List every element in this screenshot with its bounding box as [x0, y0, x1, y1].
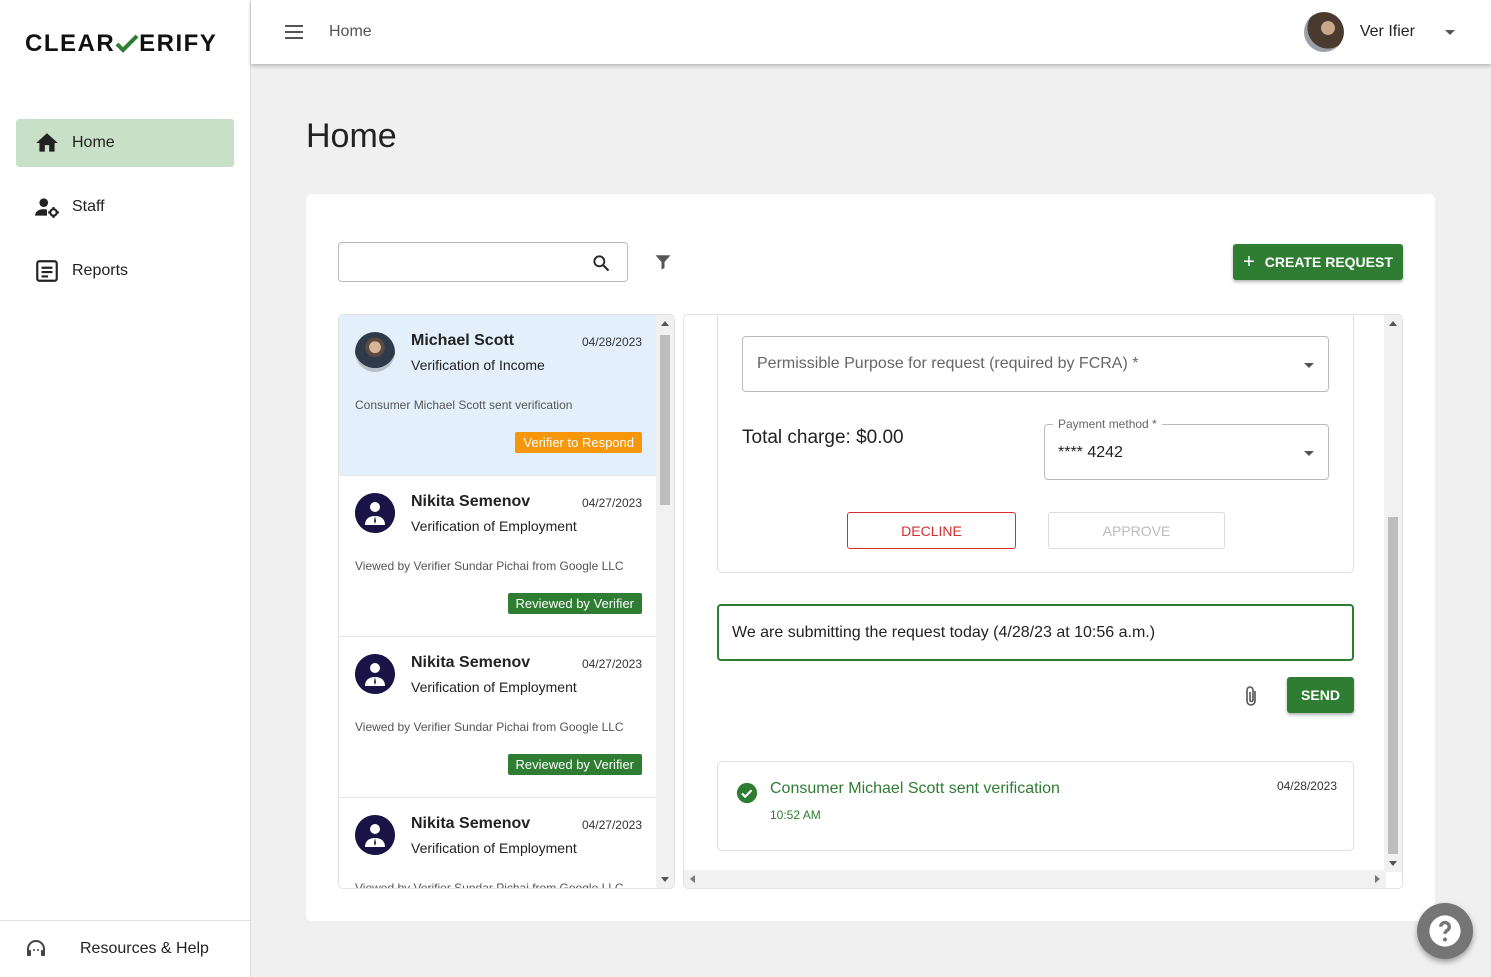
status-badge: Verifier to Respond	[515, 432, 642, 453]
payment-method-label: Payment method *	[1053, 417, 1162, 431]
list-item[interactable]: Nikita Semenov 04/27/2023 Verification o…	[339, 798, 658, 889]
staff-icon	[35, 198, 59, 218]
sidebar-item-label: Staff	[72, 198, 105, 215]
home-icon	[36, 133, 58, 152]
event-time: 10:52 AM	[770, 808, 821, 822]
create-request-button[interactable]: + CREATE REQUEST	[1233, 244, 1403, 280]
message-field[interactable]: We are submitting the request today (4/2…	[717, 604, 1354, 661]
request-note: Viewed by Verifier Sundar Pichai from Go…	[355, 881, 624, 889]
plus-icon: +	[1243, 250, 1255, 273]
approve-button[interactable]: APPROVE	[1048, 512, 1225, 549]
user-menu[interactable]: Ver Ifier	[1303, 12, 1455, 52]
help-fab-button[interactable]	[1417, 903, 1473, 959]
request-date: 04/27/2023	[581, 818, 642, 832]
request-type: Verification of Employment	[411, 518, 577, 534]
avatar	[1303, 12, 1344, 52]
sidebar-nav: Home Staff Reports	[16, 119, 234, 311]
app-logo[interactable]: CLEAR ERIFY	[25, 30, 217, 58]
scroll-up-icon[interactable]	[1389, 321, 1397, 326]
person-avatar-icon	[355, 654, 395, 694]
person-avatar-icon	[355, 493, 395, 533]
check-circle-icon	[736, 782, 758, 804]
total-charge: Total charge: $0.00	[742, 427, 904, 448]
event-title: Consumer Michael Scott sent verification	[770, 780, 1060, 797]
search-icon[interactable]	[591, 253, 611, 273]
scrollbar-thumb[interactable]	[660, 335, 670, 505]
status-badge: Reviewed by Verifier	[507, 593, 642, 614]
requester-name: Michael Scott	[411, 332, 515, 349]
chevron-down-icon	[1445, 29, 1455, 35]
request-detail-panel: Permissible Purpose for request (require…	[683, 314, 1403, 889]
list-item[interactable]: Nikita Semenov 04/27/2023 Verification o…	[339, 476, 658, 637]
activity-event: Consumer Michael Scott sent verification…	[717, 761, 1354, 851]
search-box	[338, 242, 628, 282]
attachment-icon[interactable]	[1241, 685, 1261, 709]
scroll-down-icon[interactable]	[1389, 861, 1397, 866]
request-note: Viewed by Verifier Sundar Pichai from Go…	[355, 559, 624, 573]
search-input[interactable]	[349, 243, 589, 281]
status-badge: Reviewed by Verifier	[507, 754, 642, 775]
scroll-right-icon[interactable]	[1375, 875, 1380, 883]
sidebar: CLEAR ERIFY Home Staff Reports Resources…	[0, 0, 251, 977]
avatar	[355, 332, 395, 372]
sidebar-item-staff[interactable]: Staff	[16, 183, 234, 231]
detail-scrollbar[interactable]	[1384, 315, 1402, 872]
message-text: We are submitting the request today (4/2…	[732, 624, 1156, 641]
request-type: Verification of Income	[411, 357, 545, 373]
chevron-down-icon	[1304, 451, 1314, 456]
person-avatar-icon	[355, 815, 395, 855]
logo-check-icon	[115, 34, 139, 53]
scroll-left-icon[interactable]	[690, 875, 695, 883]
resources-help-label: Resources & Help	[80, 940, 209, 957]
permissible-purpose-placeholder: Permissible Purpose for request (require…	[757, 355, 1139, 372]
list-item[interactable]: Michael Scott 04/28/2023 Verification of…	[339, 315, 658, 476]
permissible-purpose-select[interactable]: Permissible Purpose for request (require…	[742, 336, 1329, 392]
requester-name: Nikita Semenov	[411, 493, 531, 510]
request-date: 04/27/2023	[581, 657, 642, 671]
support-agent-icon	[27, 940, 45, 956]
resources-help-link[interactable]: Resources & Help	[0, 920, 250, 977]
request-type: Verification of Employment	[411, 679, 577, 695]
send-button[interactable]: SEND	[1287, 677, 1354, 713]
page-title: Home	[306, 117, 397, 155]
logo-text-left: CLEAR	[25, 30, 116, 57]
payment-method-select[interactable]: Payment method * **** 4242	[1044, 417, 1329, 480]
reports-icon	[36, 260, 58, 282]
list-scrollbar[interactable]	[656, 315, 674, 888]
payment-method-value: **** 4242	[1058, 444, 1123, 461]
request-list: Michael Scott 04/28/2023 Verification of…	[338, 314, 675, 889]
hamburger-menu-icon[interactable]	[285, 25, 303, 39]
scroll-up-icon[interactable]	[661, 321, 669, 326]
chevron-down-icon	[1304, 363, 1314, 368]
requester-name: Nikita Semenov	[411, 654, 531, 671]
request-note: Viewed by Verifier Sundar Pichai from Go…	[355, 720, 624, 734]
sidebar-item-home[interactable]: Home	[16, 119, 234, 167]
scrollbar-thumb[interactable]	[1388, 517, 1398, 854]
filter-icon[interactable]	[654, 253, 672, 271]
requests-card: + CREATE REQUEST Michael Scott 04/28/202…	[306, 194, 1435, 921]
requester-name: Nikita Semenov	[411, 815, 531, 832]
help-icon	[1429, 915, 1461, 947]
breadcrumb: Home	[329, 23, 372, 40]
approval-card: Permissible Purpose for request (require…	[717, 315, 1354, 573]
logo-text-right: ERIFY	[139, 30, 218, 57]
create-request-label: CREATE REQUEST	[1264, 254, 1393, 270]
decline-button[interactable]: DECLINE	[847, 512, 1016, 549]
sidebar-item-label: Reports	[72, 262, 129, 279]
scroll-down-icon[interactable]	[661, 877, 669, 882]
sidebar-item-reports[interactable]: Reports	[16, 247, 234, 295]
request-note: Consumer Michael Scott sent verification	[355, 398, 573, 412]
event-date: 04/28/2023	[1276, 779, 1337, 793]
request-type: Verification of Employment	[411, 840, 577, 856]
detail-horizontal-scrollbar[interactable]	[684, 870, 1386, 888]
top-app-bar: Home Ver Ifier	[251, 0, 1491, 64]
request-date: 04/27/2023	[581, 496, 642, 510]
list-item[interactable]: Nikita Semenov 04/27/2023 Verification o…	[339, 637, 658, 798]
sidebar-item-label: Home	[72, 134, 115, 151]
request-date: 04/28/2023	[581, 335, 642, 349]
user-name: Ver Ifier	[1359, 23, 1415, 40]
